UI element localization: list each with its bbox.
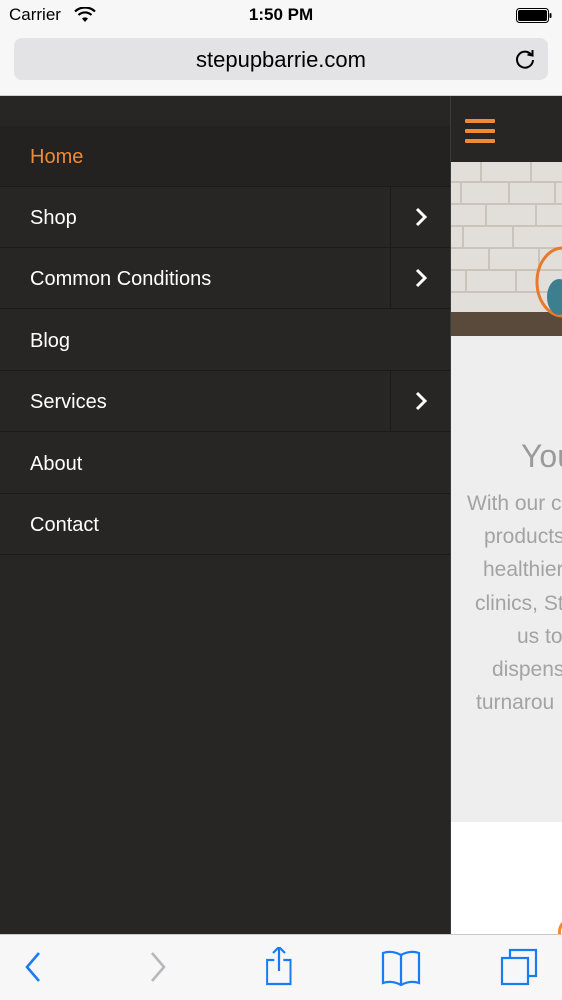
lower-section bbox=[451, 822, 562, 934]
book-icon bbox=[381, 950, 421, 987]
intro-section: You With our c products healthier clinic… bbox=[451, 336, 562, 822]
nav-label-common-conditions[interactable]: Common Conditions bbox=[30, 268, 211, 291]
hero-image bbox=[451, 162, 562, 336]
intro-text-line: us to bbox=[517, 625, 562, 648]
chevron-right-icon bbox=[151, 952, 166, 982]
nav-item-common-conditions[interactable]: Common Conditions bbox=[0, 248, 450, 309]
nav-label-services[interactable]: Services bbox=[30, 391, 107, 414]
chevron-right-icon bbox=[415, 268, 428, 288]
intro-text-line: With our c bbox=[467, 492, 562, 515]
brick-wall-photo bbox=[451, 162, 562, 336]
intro-text-line: healthier bbox=[483, 558, 562, 581]
browser-toolbar bbox=[0, 934, 562, 1000]
nav-item-blog[interactable]: Blog bbox=[0, 310, 450, 371]
circle-icon bbox=[558, 917, 562, 934]
nav-label-home[interactable]: Home bbox=[30, 146, 83, 169]
chevron-right-icon bbox=[415, 207, 428, 227]
site-header bbox=[451, 96, 562, 162]
nav-item-contact[interactable]: Contact bbox=[0, 494, 450, 555]
share-button[interactable] bbox=[258, 947, 302, 991]
bookmarks-button[interactable] bbox=[379, 947, 423, 991]
back-button[interactable] bbox=[12, 947, 56, 991]
nav-label-blog[interactable]: Blog bbox=[30, 330, 70, 353]
intro-text-line: dispens bbox=[492, 658, 562, 681]
intro-text-line: clinics, St bbox=[475, 592, 562, 615]
url-text[interactable]: stepupbarrie.com bbox=[14, 47, 548, 73]
nav-label-shop[interactable]: Shop bbox=[30, 207, 77, 230]
reload-icon[interactable] bbox=[514, 48, 536, 70]
nav-item-home[interactable]: Home bbox=[0, 126, 450, 187]
main-content[interactable]: You With our c products healthier clinic… bbox=[450, 96, 562, 934]
nav-item-about[interactable]: About bbox=[0, 433, 450, 494]
intro-headline: You bbox=[521, 438, 562, 474]
share-icon bbox=[266, 947, 292, 986]
address-field[interactable]: stepupbarrie.com bbox=[14, 38, 548, 80]
intro-text-line: turnarou bbox=[476, 691, 555, 714]
intro-text-line: products bbox=[484, 525, 562, 548]
tabs-icon bbox=[500, 948, 538, 986]
shop-submenu-toggle[interactable] bbox=[390, 187, 450, 247]
hamburger-menu-icon[interactable] bbox=[465, 119, 495, 143]
nav-item-services[interactable]: Services bbox=[0, 371, 450, 432]
nav-label-about[interactable]: About bbox=[30, 453, 82, 476]
browser-bar: stepupbarrie.com bbox=[0, 30, 562, 96]
common-conditions-submenu-toggle[interactable] bbox=[390, 248, 450, 308]
chevron-right-icon bbox=[415, 391, 428, 411]
services-submenu-toggle[interactable] bbox=[390, 371, 450, 431]
status-bar: Carrier 1:50 PM bbox=[0, 0, 562, 30]
nav-label-contact[interactable]: Contact bbox=[30, 514, 99, 537]
chevron-left-icon bbox=[25, 952, 40, 982]
clock: 1:50 PM bbox=[248, 5, 314, 24]
tabs-button[interactable] bbox=[498, 947, 542, 991]
forward-button[interactable] bbox=[136, 947, 180, 991]
nav-item-shop[interactable]: Shop bbox=[0, 187, 450, 248]
battery-icon bbox=[516, 8, 552, 23]
side-nav: Home Shop Common Conditions Blog Service… bbox=[0, 96, 450, 934]
